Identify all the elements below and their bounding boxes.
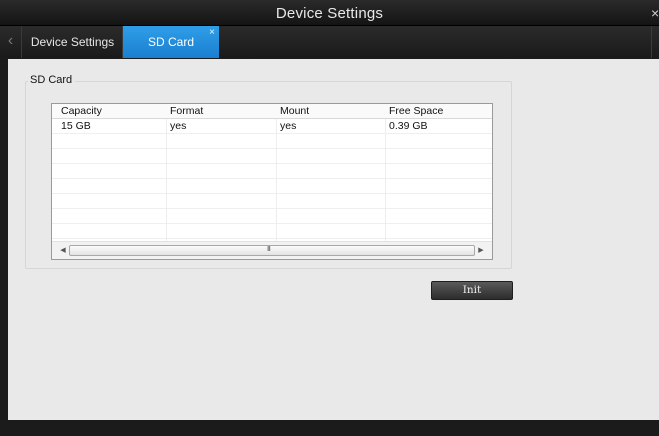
empty-row <box>52 179 492 194</box>
empty-row <box>52 134 492 149</box>
tab-bar: ‹ Device Settings SD Card × <box>0 26 659 58</box>
table-header: Capacity Format Mount Free Space <box>52 104 492 119</box>
sd-card-group-label: SD Card <box>28 74 76 86</box>
empty-row <box>52 149 492 164</box>
scroll-left-arrow-icon[interactable]: ◀ <box>58 245 68 257</box>
cell-format: yes <box>170 120 187 132</box>
empty-row <box>52 194 492 209</box>
column-divider <box>166 119 167 241</box>
title-bar: Device Settings × <box>0 0 659 26</box>
tab-sd-card[interactable]: SD Card × <box>123 26 219 58</box>
cell-free-space: 0.39 GB <box>389 120 428 132</box>
tab-device-settings[interactable]: Device Settings <box>23 26 123 58</box>
column-header-capacity[interactable]: Capacity <box>61 105 102 117</box>
bottom-bar <box>0 420 659 436</box>
column-divider <box>276 119 277 241</box>
scroll-grip-icon: III <box>267 246 271 253</box>
tab-bar-end <box>651 26 659 58</box>
close-icon[interactable]: × <box>651 5 659 21</box>
table-row[interactable]: 15 GB yes yes 0.39 GB <box>52 119 492 134</box>
content-panel: SD Card Capacity Format Mount Free Space… <box>8 59 659 420</box>
scroll-right-arrow-icon[interactable]: ▶ <box>476 245 486 257</box>
column-header-format[interactable]: Format <box>170 105 203 117</box>
column-header-free-space[interactable]: Free Space <box>389 105 443 117</box>
tab-label: Device Settings <box>30 35 115 49</box>
column-divider <box>385 119 386 241</box>
sd-card-table: Capacity Format Mount Free Space 15 GB y… <box>51 103 493 260</box>
horizontal-scrollbar[interactable]: ◀ III ▶ <box>52 241 492 259</box>
cell-mount: yes <box>280 120 297 132</box>
window-title: Device Settings <box>275 5 384 22</box>
tab-close-icon[interactable]: × <box>209 17 215 49</box>
empty-row <box>52 209 492 224</box>
scroll-thumb[interactable]: III <box>69 245 475 256</box>
column-header-mount[interactable]: Mount <box>280 105 309 117</box>
tab-label: SD Card <box>147 35 194 49</box>
empty-row <box>52 164 492 179</box>
app-window: Device Settings × ‹ Device Settings SD C… <box>0 0 659 436</box>
chevron-left-icon[interactable]: ‹ <box>0 26 22 58</box>
init-button[interactable]: Init <box>431 281 513 300</box>
cell-capacity: 15 GB <box>61 120 91 132</box>
empty-row <box>52 224 492 239</box>
